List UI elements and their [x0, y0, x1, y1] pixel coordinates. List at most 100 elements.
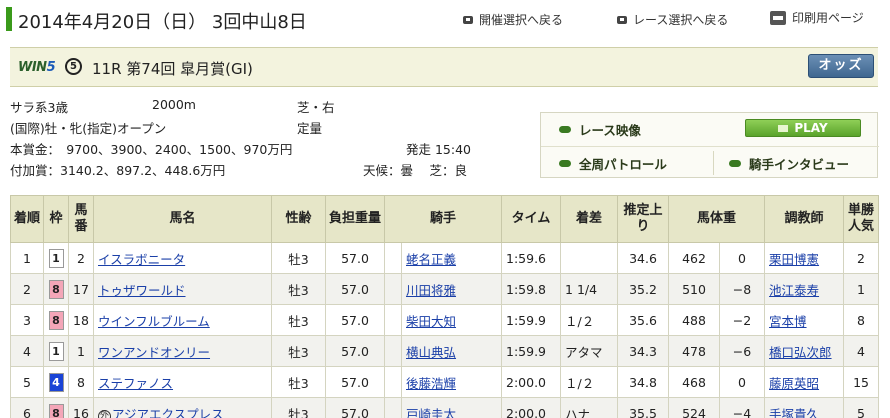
table-row: 6 8 16 外アジアエクスプレス 牡3 57.0 戸崎圭太 2:00.0 ハナ 35.5 524−… — [10, 397, 880, 418]
print-page-link[interactable]: 印刷用ページ — [770, 9, 864, 26]
header-trainer: 調教師 — [764, 195, 845, 243]
cell-trainer: 橋口弘次郎 — [764, 335, 845, 367]
jockey-link[interactable]: 川田将雅 — [406, 283, 456, 298]
cell-jockey: 蛯名正義 — [400, 242, 503, 274]
cell-margin: １/２ — [560, 366, 619, 398]
cell-rank: 4 — [10, 335, 44, 367]
cell-popularity: 8 — [843, 304, 880, 336]
trainer-link[interactable]: 橋口弘次郎 — [769, 345, 832, 360]
printer-icon — [770, 10, 786, 25]
jockey-interview-label: 騎手インタビュー — [749, 156, 850, 172]
header-jockey: 騎手 — [383, 195, 503, 243]
cell-time: 1:59.6 — [501, 242, 562, 274]
video-icon — [559, 159, 571, 167]
back-to-race-link[interactable]: レース選択へ戻る — [617, 11, 728, 28]
header-last3f: 推定上り — [617, 195, 670, 243]
cell-margin — [560, 242, 619, 274]
jockey-link[interactable]: 後藤浩輝 — [406, 376, 456, 391]
cell-margin: ハナ — [560, 397, 619, 418]
camera-icon — [778, 125, 789, 132]
horse-link[interactable]: ウインフルブルーム — [98, 314, 210, 329]
jockey-link[interactable]: 戸崎圭太 — [406, 407, 456, 418]
header-accent-bar — [6, 7, 12, 31]
cell-jockey-mark — [384, 397, 402, 418]
table-row: 1 1 2 イスラボニータ 牡3 57.0 蛯名正義 1:59.6 34.6 462 0 栗田博憲 2 — [10, 242, 880, 274]
header-margin: 着差 — [560, 195, 619, 243]
cell-body-weight-diff: −2 — [719, 304, 766, 336]
trainer-link[interactable]: 栗田博憲 — [769, 252, 819, 267]
trainer-link[interactable]: 手塚貴久 — [769, 407, 819, 418]
cell-last3f: 35.2 — [617, 273, 670, 305]
cell-horse: トゥザワールド — [93, 273, 272, 305]
waku-badge: 8 — [48, 403, 64, 418]
jockey-link[interactable]: 横山典弘 — [406, 345, 456, 360]
cell-waku: 8 — [43, 304, 69, 336]
cell-last3f: 34.6 — [617, 242, 670, 274]
cell-body-weight-diff: −6 — [719, 335, 766, 367]
cell-age: 牡3 — [271, 397, 326, 418]
horse-link[interactable]: イスラボニータ — [98, 252, 185, 267]
trainer-link[interactable]: 藤原英昭 — [769, 376, 819, 391]
trainer-link[interactable]: 池江泰寿 — [769, 283, 819, 298]
page-header: 2014年4月20日（日） 3回中山8日 開催選択へ戻る レース選択へ戻る 印刷… — [0, 0, 890, 38]
media-row-video: レース映像 PLAY — [541, 113, 879, 145]
race-video-link[interactable]: レース映像 — [559, 113, 641, 145]
cell-body-weight-diff: −4 — [719, 397, 766, 418]
back-to-meeting-link[interactable]: 開催選択へ戻る — [463, 11, 563, 28]
cell-last3f: 34.8 — [617, 366, 670, 398]
cell-body-weight: 524 — [668, 397, 721, 418]
odds-button[interactable]: オッズ — [808, 54, 874, 78]
foreign-mark: 外 — [98, 409, 111, 418]
header-time: タイム — [501, 195, 562, 243]
cell-margin: 1 1/4 — [560, 273, 619, 305]
header-waku: 枠 — [43, 195, 69, 243]
horse-link[interactable]: トゥザワールド — [98, 283, 186, 298]
table-header-row: 着順 枠 馬番 馬名 性齢 負担重量 騎手 タイム 着差 推定上り 馬体重 調教… — [10, 195, 880, 243]
media-panel: レース映像 PLAY 全周パトロール 騎手インタビュー — [540, 112, 879, 179]
cell-trainer: 宮本博 — [764, 304, 845, 336]
cell-body-weight: 462 — [668, 242, 721, 274]
cell-weight: 57.0 — [325, 242, 385, 274]
page-title: 2014年4月20日（日） 3回中山8日 — [18, 12, 307, 33]
cell-num: 1 — [68, 335, 94, 367]
cell-jockey-mark — [384, 335, 402, 367]
cell-body-weight: 468 — [668, 366, 721, 398]
cell-trainer: 藤原英昭 — [764, 366, 845, 398]
play-button[interactable]: PLAY — [745, 119, 861, 137]
waku-badge: 1 — [48, 341, 64, 361]
cell-horse: ワンアンドオンリー — [93, 335, 272, 367]
cell-weight: 57.0 — [325, 397, 385, 418]
cell-weight: 57.0 — [325, 335, 385, 367]
horse-link[interactable]: アジアエクスプレス — [112, 407, 224, 418]
jockey-interview-link[interactable]: 騎手インタビュー — [729, 147, 849, 179]
cell-waku: 8 — [43, 273, 69, 305]
cell-horse: イスラボニータ — [93, 242, 272, 274]
header-weight: 負担重量 — [325, 195, 385, 243]
cell-body-weight-diff: −8 — [719, 273, 766, 305]
cell-waku: 1 — [43, 242, 69, 274]
trainer-link[interactable]: 宮本博 — [769, 314, 807, 329]
race-heading: WIN5 ⑤5 11R 第74回 皐月賞(GI) オッズ — [10, 47, 878, 87]
patrol-link[interactable]: 全周パトロール — [559, 147, 667, 179]
waku-badge: 4 — [48, 372, 64, 392]
horse-link[interactable]: ステファノス — [98, 376, 173, 391]
cell-num: 2 — [68, 242, 94, 274]
jockey-link[interactable]: 柴田大知 — [406, 314, 456, 329]
cell-margin: １/２ — [560, 304, 619, 336]
cell-popularity: 1 — [843, 273, 880, 305]
header-horse: 馬名 — [93, 195, 272, 243]
cell-age: 牡3 — [271, 366, 326, 398]
cell-time: 1:59.9 — [501, 304, 562, 336]
horse-link[interactable]: ワンアンドオンリー — [98, 345, 210, 360]
header-age: 性齢 — [271, 195, 326, 243]
cell-last3f: 34.3 — [617, 335, 670, 367]
race-age-class: サラ系3歳 — [10, 100, 68, 115]
arrow-back-icon — [463, 15, 473, 24]
cell-rank: 6 — [10, 397, 44, 418]
cell-body-weight: 478 — [668, 335, 721, 367]
jockey-link[interactable]: 蛯名正義 — [406, 252, 456, 267]
back-to-meeting-label: 開催選択へ戻る — [479, 13, 564, 27]
cell-weight: 57.0 — [325, 304, 385, 336]
cell-age: 牡3 — [271, 242, 326, 274]
cell-waku: 1 — [43, 335, 69, 367]
